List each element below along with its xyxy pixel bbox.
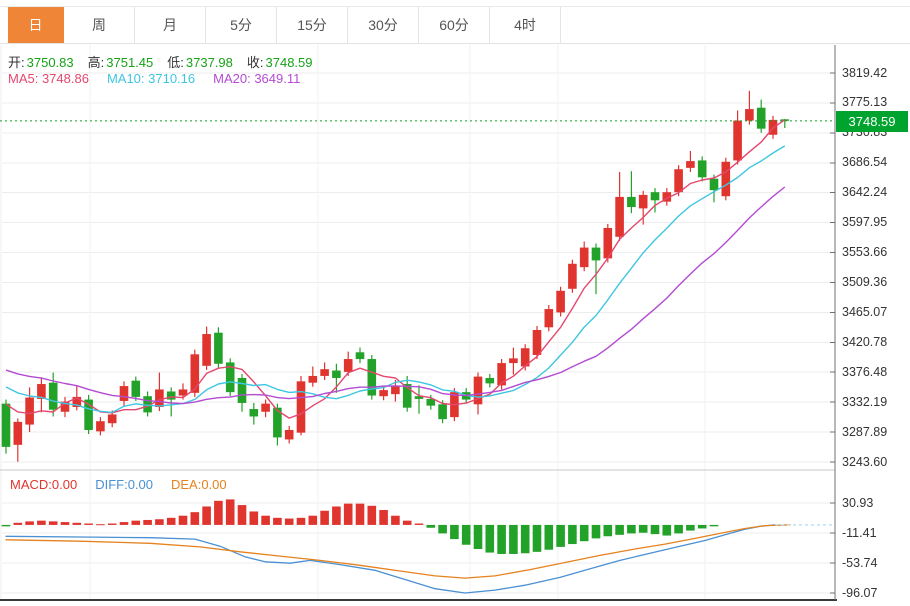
- price-tick-label: 3376.48: [842, 365, 887, 380]
- candlestick-series: [2, 91, 789, 462]
- tab-4hour[interactable]: 4时: [490, 7, 561, 43]
- macd-value: MACD:0.00: [10, 477, 77, 492]
- close-value: 3748.59: [266, 55, 313, 70]
- price-tick-label: 3819.42: [842, 66, 887, 81]
- price-tick-label: 3775.13: [842, 95, 887, 110]
- price-tick-label: 3332.19: [842, 395, 887, 410]
- timeframe-tabbar: 日周月5分15分30分60分4时: [0, 6, 910, 44]
- price-tick-label: 3642.24: [842, 185, 887, 200]
- tab-day[interactable]: 日: [8, 7, 64, 43]
- macd-tick-label: -11.41: [842, 526, 877, 541]
- ma10-legend: MA10: 3710.16: [107, 71, 195, 86]
- ma5-legend: MA5: 3748.86: [8, 71, 89, 86]
- macd-tick-label: 30.93: [842, 496, 873, 511]
- tab-week[interactable]: 周: [64, 7, 135, 43]
- high-label: 高:: [88, 55, 105, 70]
- price-tick-label: 3509.36: [842, 275, 887, 290]
- ma5-line: [6, 120, 785, 418]
- tab-15min[interactable]: 15分: [277, 7, 348, 43]
- tab-30min[interactable]: 30分: [348, 7, 419, 43]
- macd-legend: MACD:0.00 DIFF:0.00 DEA:0.00: [10, 477, 227, 492]
- ma-legend: MA5: 3748.86 MA10: 3710.16 MA20: 3649.11: [8, 71, 300, 86]
- kline-chart-app: 日周月5分15分30分60分4时 开:3750.83 高:3751.45 低:373…: [0, 0, 910, 606]
- high-value: 3751.45: [106, 55, 153, 70]
- price-tick-label: 3553.66: [842, 245, 887, 260]
- price-tick-label: 3243.60: [842, 455, 887, 470]
- tab-5min[interactable]: 5分: [206, 7, 277, 43]
- price-tick-label: 3420.78: [842, 335, 887, 350]
- chart-canvas[interactable]: [0, 0, 910, 606]
- low-label: 低:: [167, 55, 184, 70]
- open-value: 3750.83: [27, 55, 74, 70]
- current-price-badge: 3748.59: [836, 111, 908, 132]
- panel-borders: [0, 45, 837, 600]
- ohlc-info: 开:3750.83 高:3751.45 低:3737.98 收:3748.59: [8, 52, 327, 71]
- price-tick-label: 3287.89: [842, 425, 887, 440]
- dea-value: DEA:0.00: [171, 477, 227, 492]
- tab-60min[interactable]: 60分: [419, 7, 490, 43]
- ma20-legend: MA20: 3649.11: [213, 71, 300, 86]
- diff-line: [6, 525, 775, 593]
- ma20-line: [6, 187, 785, 404]
- price-tick-label: 3465.07: [842, 305, 887, 320]
- low-value: 3737.98: [186, 55, 233, 70]
- tab-month[interactable]: 月: [135, 7, 206, 43]
- diff-value: DIFF:0.00: [95, 477, 153, 492]
- close-label: 收:: [247, 55, 264, 70]
- open-label: 开:: [8, 55, 25, 70]
- price-tick-label: 3597.95: [842, 215, 887, 230]
- macd-histogram: [2, 499, 719, 554]
- macd-tick-label: -53.74: [842, 556, 877, 571]
- price-tick-label: 3686.54: [842, 155, 887, 170]
- gridlines: [1, 45, 835, 600]
- macd-tick-label: -96.07: [842, 586, 877, 601]
